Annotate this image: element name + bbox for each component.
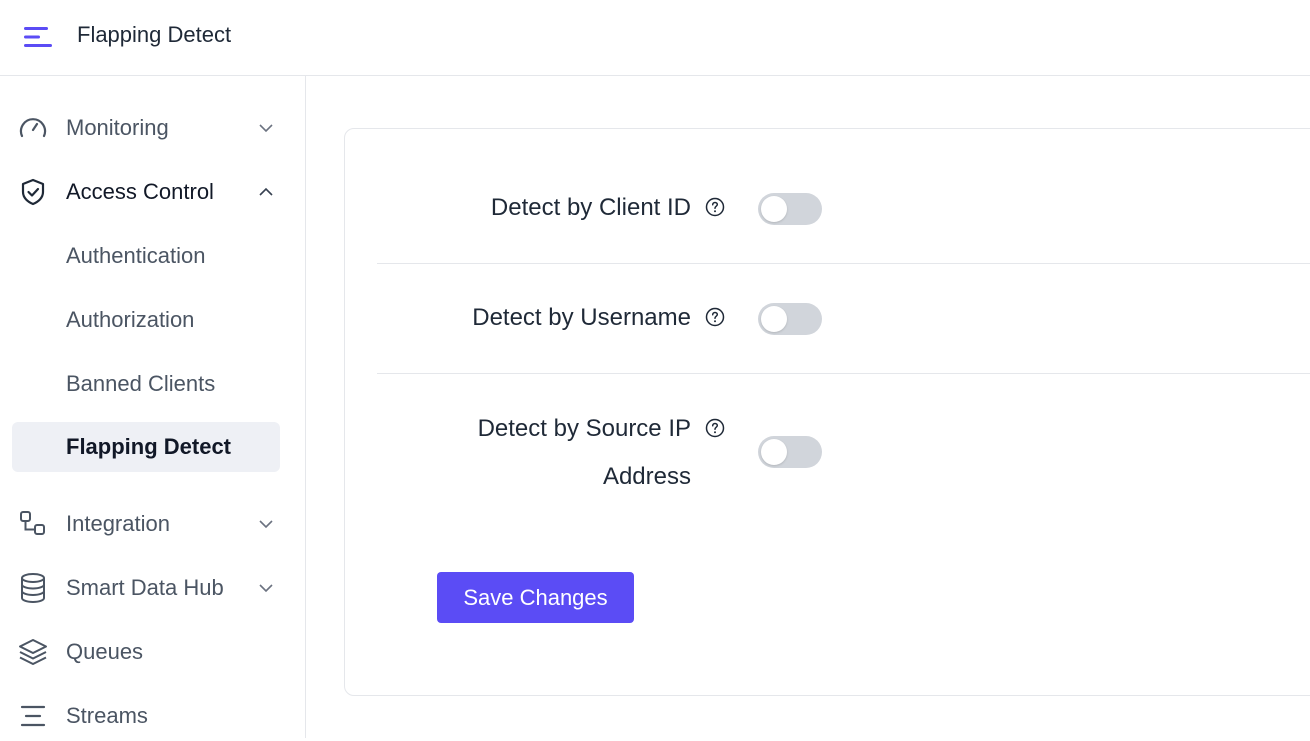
sidebar-item-label: Queues [66, 639, 144, 664]
toggle-knob [761, 306, 787, 332]
streams-icon [18, 702, 48, 730]
chevron-down-icon [259, 124, 273, 133]
client-id-label: Detect by Client ID [490, 194, 691, 221]
sidebar-item-authentication[interactable]: Authentication [12, 231, 280, 281]
sidebar-item-label: Monitoring [66, 115, 169, 140]
sidebar-item-queues[interactable]: Queues [12, 627, 280, 677]
page-title: Flapping Detect [77, 22, 232, 47]
sidebar-item-label: Authorization [66, 307, 195, 332]
sidebar-item-integration[interactable]: Integration [12, 499, 280, 549]
shield-check-icon [18, 178, 48, 206]
sidebar-item-label: Authentication [66, 243, 206, 268]
sidebar-item-streams[interactable]: Streams [12, 691, 280, 741]
source-ip-label-line2: Address [602, 463, 691, 490]
source-ip-toggle[interactable] [758, 436, 822, 468]
sidebar-item-authorization[interactable]: Authorization [12, 295, 280, 345]
help-icon[interactable] [705, 418, 725, 438]
integration-icon [18, 510, 48, 538]
sidebar-item-label: Smart Data Hub [66, 575, 224, 600]
gauge-icon [18, 114, 48, 142]
help-icon[interactable] [705, 307, 725, 327]
flapping-detect-settings-card: Detect by Client ID Detect by Username D… [344, 128, 1310, 696]
top-header: Flapping Detect [0, 0, 1310, 76]
sidebar-item-flapping-detect[interactable]: Flapping Detect [12, 422, 280, 472]
toggle-knob [761, 439, 787, 465]
layers-icon [18, 638, 48, 666]
menu-icon [24, 27, 52, 47]
client-id-toggle[interactable] [758, 193, 822, 225]
divider [377, 373, 1310, 374]
sidebar: Monitoring Access Control Authentication… [0, 76, 306, 738]
divider [377, 263, 1310, 264]
username-label: Detect by Username [472, 304, 691, 331]
sidebar-item-label: Flapping Detect [66, 434, 232, 459]
sidebar-item-label: Access Control [66, 179, 214, 204]
help-icon[interactable] [705, 197, 725, 217]
sidebar-item-banned-clients[interactable]: Banned Clients [12, 359, 280, 409]
username-toggle[interactable] [758, 303, 822, 335]
sidebar-item-label: Streams [66, 703, 148, 728]
chevron-down-icon [259, 584, 273, 593]
chevron-down-icon [259, 520, 273, 529]
source-ip-label-line1: Detect by Source IP [477, 415, 691, 442]
sidebar-item-smart-data-hub[interactable]: Smart Data Hub [12, 563, 280, 613]
chevron-up-icon [259, 187, 273, 196]
sidebar-item-label: Banned Clients [66, 371, 216, 396]
database-icon [18, 573, 48, 603]
sidebar-item-label: Integration [66, 511, 170, 536]
toggle-knob [761, 196, 787, 222]
sidebar-item-monitoring[interactable]: Monitoring [12, 103, 280, 153]
sidebar-item-access-control[interactable]: Access Control [12, 167, 280, 217]
save-changes-button[interactable]: Save Changes [437, 572, 634, 623]
menu-toggle-button[interactable] [16, 20, 60, 54]
